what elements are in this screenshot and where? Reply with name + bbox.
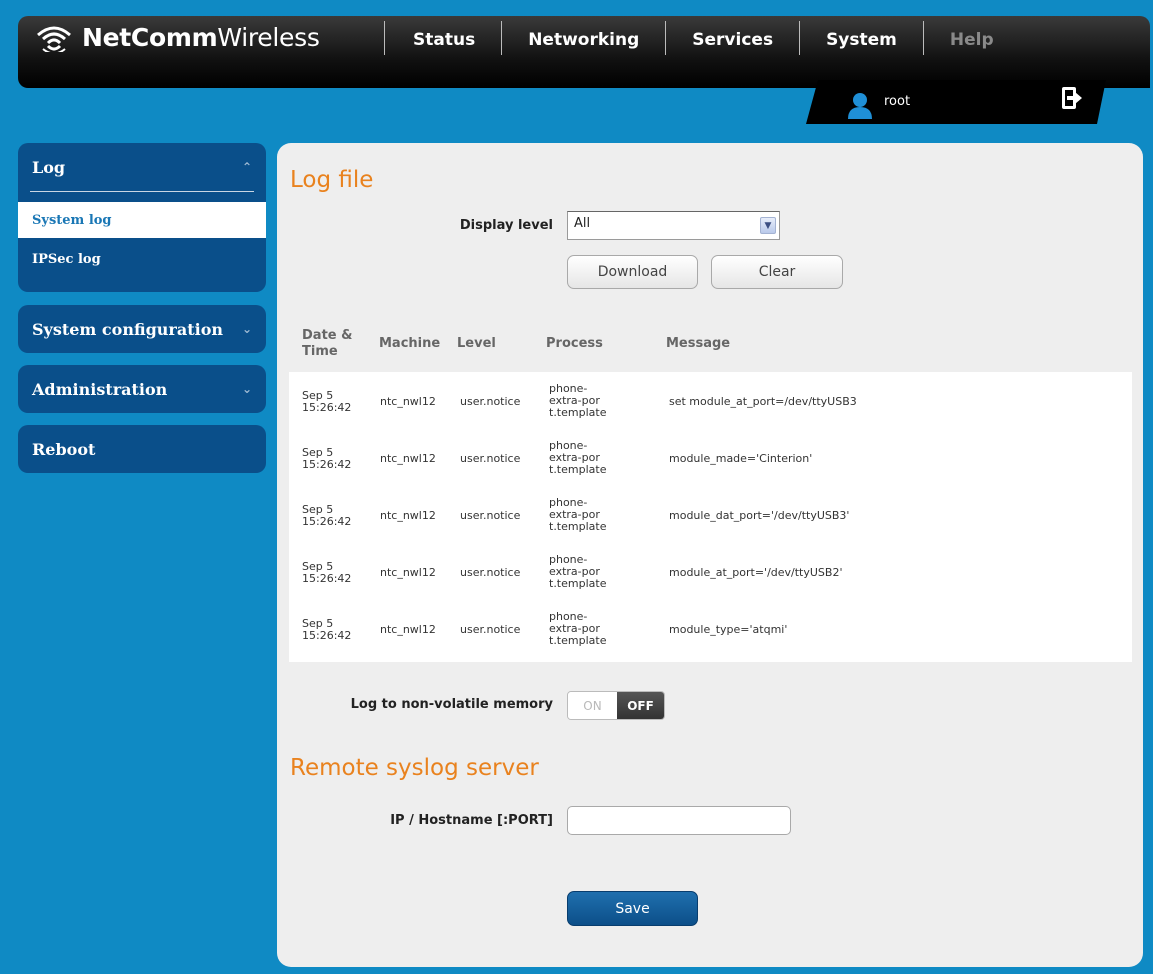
cell-machine: ntc_nwl12 [380,623,436,636]
table-row: Sep 5 15:26:42 ntc_nwl12 user.notice pho… [289,432,1132,490]
ip-hostname-input[interactable] [567,806,791,835]
table-row: Sep 5 15:26:42 ntc_nwl12 user.notice pho… [289,375,1132,433]
clear-button[interactable]: Clear [711,255,843,289]
nav-services[interactable]: Services [666,28,799,52]
cell-process-line: t.template [549,463,607,476]
display-level-label: Display level [459,218,553,233]
cell-machine: ntc_nwl12 [380,395,436,408]
cell-machine: ntc_nwl12 [380,452,436,465]
sidebar-system-configuration[interactable]: System configuration ⌄ [18,305,266,353]
netcomm-logo[interactable]: NetCommWireless [36,22,320,52]
cell-message: set module_at_port=/dev/ttyUSB3 [669,395,857,408]
chevron-down-icon: ⌄ [241,382,252,396]
display-level-value: All [574,216,591,231]
cell-process-line: t.template [549,520,607,533]
cell-time: 15:26:42 [302,629,352,642]
cell-process-line: t.template [549,634,607,647]
sidebar-administration[interactable]: Administration ⌄ [18,365,266,413]
nonvolatile-label: Log to non-volatile memory [350,697,553,712]
cell-message: module_made='Cinterion' [669,452,813,465]
sidebar-reboot-header[interactable]: Reboot [18,425,266,473]
user-icon [848,93,872,119]
col-date-time: Date & Time [302,328,353,359]
nav-help[interactable]: Help [924,28,1020,52]
save-button[interactable]: Save [567,891,698,926]
cell-time: 15:26:42 [302,401,352,414]
sidebar-administration-title: Administration [32,379,168,399]
chevron-down-icon: ▼ [760,217,776,234]
nav-networking[interactable]: Networking [502,28,665,52]
chevron-down-icon: ⌄ [241,322,252,336]
nav-system[interactable]: System [800,28,923,52]
cell-message: module_at_port='/dev/ttyUSB2' [669,566,843,579]
logout-icon[interactable] [1061,86,1083,110]
col-message: Message [666,336,731,351]
cell-level: user.notice [460,623,521,636]
cell-message: module_type='atqmi' [669,623,788,636]
nav-status[interactable]: Status [385,28,501,52]
toggle-off-option[interactable]: OFF [616,692,664,719]
cell-level: user.notice [460,395,521,408]
sidebar-administration-header[interactable]: Administration ⌄ [18,365,266,413]
ip-hostname-label: IP / Hostname [:PORT] [390,813,553,828]
cell-time: 15:26:42 [302,515,352,528]
table-row: Sep 5 15:26:42 ntc_nwl12 user.notice pho… [289,603,1132,661]
sidebar-system-configuration-title: System configuration [32,319,223,339]
sidebar-system-configuration-header[interactable]: System configuration ⌄ [18,305,266,353]
table-row: Sep 5 15:26:42 ntc_nwl12 user.notice pho… [289,489,1132,547]
cell-process-line: t.template [549,577,607,590]
cell-process-line: t.template [549,406,607,419]
col-machine: Machine [379,336,441,351]
download-button[interactable]: Download [567,255,698,289]
main-nav: Status Networking Services System Help [384,21,1020,55]
table-row: Sep 5 15:26:42 ntc_nwl12 user.notice pho… [289,546,1132,604]
cell-machine: ntc_nwl12 [380,509,436,522]
cell-time: 15:26:42 [302,572,352,585]
col-process: Process [546,336,603,351]
sidebar-divider [30,191,254,192]
sidebar-log-title: Log [32,157,66,177]
cell-machine: ntc_nwl12 [380,566,436,579]
log-table-body: Sep 5 15:26:42 ntc_nwl12 user.notice pho… [289,372,1132,662]
wifi-logo-icon [37,26,71,52]
cell-message: module_dat_port='/dev/ttyUSB3' [669,509,850,522]
display-level-select[interactable]: All ▼ [567,211,780,240]
sidebar-item-ipsec-log[interactable]: IPSec log [18,238,266,280]
toggle-on-option[interactable]: ON [568,692,617,719]
username: root [884,94,911,109]
log-file-title: Log file [290,167,374,193]
sidebar-reboot[interactable]: Reboot [18,425,266,473]
col-level: Level [457,336,496,351]
sidebar-item-system-log[interactable]: System log [18,202,266,238]
cell-level: user.notice [460,509,521,522]
cell-level: user.notice [460,452,521,465]
cell-level: user.notice [460,566,521,579]
chevron-up-icon: ⌃ [241,160,252,174]
cell-time: 15:26:42 [302,458,352,471]
sidebar-reboot-title: Reboot [32,439,96,459]
nonvolatile-toggle[interactable]: ON OFF [567,691,665,720]
remote-syslog-title: Remote syslog server [290,755,539,781]
brand-name: NetCommWireless [82,22,320,52]
sidebar-log-group: Log ⌃ System log IPSec log [18,143,266,292]
log-table-header: Date & Time Machine Level Process Messag… [289,326,1132,372]
sidebar-log-header[interactable]: Log ⌃ [18,143,266,191]
